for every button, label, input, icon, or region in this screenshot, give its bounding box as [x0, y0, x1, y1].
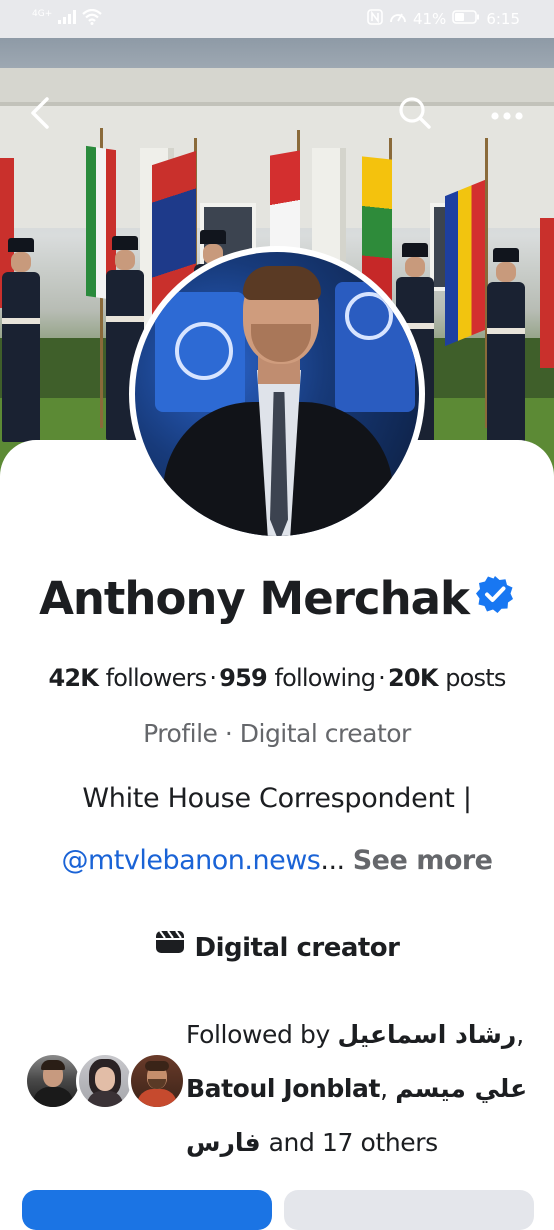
status-bar: 4G+ 41% 6:15 [0, 0, 554, 38]
nfc-icon [367, 9, 383, 29]
profile-name-row: Anthony Merchak [0, 572, 554, 629]
avatar-background-dial [175, 322, 233, 380]
bio-text: White House Correspondent | [82, 783, 472, 814]
followers-count: 42K [48, 664, 99, 692]
battery-percent: 41% [412, 10, 447, 28]
mutual-followers-avatars[interactable] [24, 1052, 186, 1110]
status-right: 41% 6:15 [367, 9, 520, 29]
stats-separator: · [209, 664, 217, 692]
wifi-icon [82, 8, 102, 29]
bio-ellipsis: ... [320, 845, 345, 876]
mutual-comma: , [516, 1020, 525, 1049]
primary-action-button[interactable] [22, 1190, 272, 1230]
signal-icon [58, 10, 77, 28]
category-label: Digital creator [194, 933, 400, 963]
flag [445, 179, 485, 347]
clock: 6:15 [486, 10, 520, 28]
following-label: following [274, 664, 376, 692]
followed-by-prefix: Followed by [186, 1020, 330, 1049]
guard-figure [485, 248, 527, 452]
mutual-follower-avatar [128, 1052, 186, 1110]
followers-label: followers [105, 664, 208, 692]
network-label: 4G+ [32, 9, 53, 19]
bio-link-row: @mtvlebanon.news... See more [0, 845, 554, 876]
profile-category: Digital creator [0, 929, 554, 965]
following-count: 959 [219, 664, 267, 692]
followers-stat[interactable]: 42K followers [48, 664, 208, 692]
speed-icon [389, 9, 407, 29]
search-icon [398, 96, 432, 134]
more-horizontal-icon [490, 106, 524, 125]
following-stat[interactable]: 959 following [219, 664, 376, 692]
profile-name: Anthony Merchak [39, 572, 470, 625]
mutual-name-4: فارس [186, 1128, 261, 1157]
followed-by-text[interactable]: Followed by رشاد اسماعيل, Batoul Jonblat… [186, 1008, 536, 1170]
mutual-name-1: رشاد اسماعيل [337, 1020, 517, 1049]
avatar-hair [243, 266, 321, 300]
search-button[interactable] [393, 93, 437, 137]
profile-stats: 42K followers · 959 following · 20K posts [0, 664, 554, 692]
battery-icon [452, 10, 480, 28]
flag [540, 218, 554, 368]
mutual-name-2: Batoul Jonblat [186, 1074, 381, 1103]
mutual-follower-avatar [24, 1052, 82, 1110]
profile-subtitle: Profile · Digital creator [143, 719, 411, 748]
mutual-comma: , [380, 1074, 388, 1103]
more-options-button[interactable] [485, 93, 529, 137]
verified-badge-icon[interactable] [475, 572, 515, 625]
avatar-background-dial [345, 292, 393, 340]
secondary-action-button[interactable] [284, 1190, 534, 1230]
see-more-button[interactable]: See more [353, 845, 493, 876]
profile-avatar[interactable] [135, 252, 419, 536]
back-button[interactable] [18, 93, 62, 137]
posts-count: 20K [388, 664, 438, 692]
mutual-follower-avatar [76, 1052, 134, 1110]
posts-stat[interactable]: 20K posts [388, 664, 506, 692]
mutual-name-3: علي ميسم [395, 1074, 528, 1103]
followed-by-suffix: and 17 others [268, 1128, 439, 1157]
stats-separator: · [378, 664, 386, 692]
status-left: 4G+ [32, 8, 102, 29]
bio-link[interactable]: @mtvlebanon.news [62, 845, 321, 876]
posts-label: posts [445, 664, 506, 692]
clapperboard-icon [155, 929, 185, 962]
guard-figure [0, 238, 42, 442]
cover-roof [0, 68, 554, 106]
chevron-left-icon [29, 96, 51, 134]
